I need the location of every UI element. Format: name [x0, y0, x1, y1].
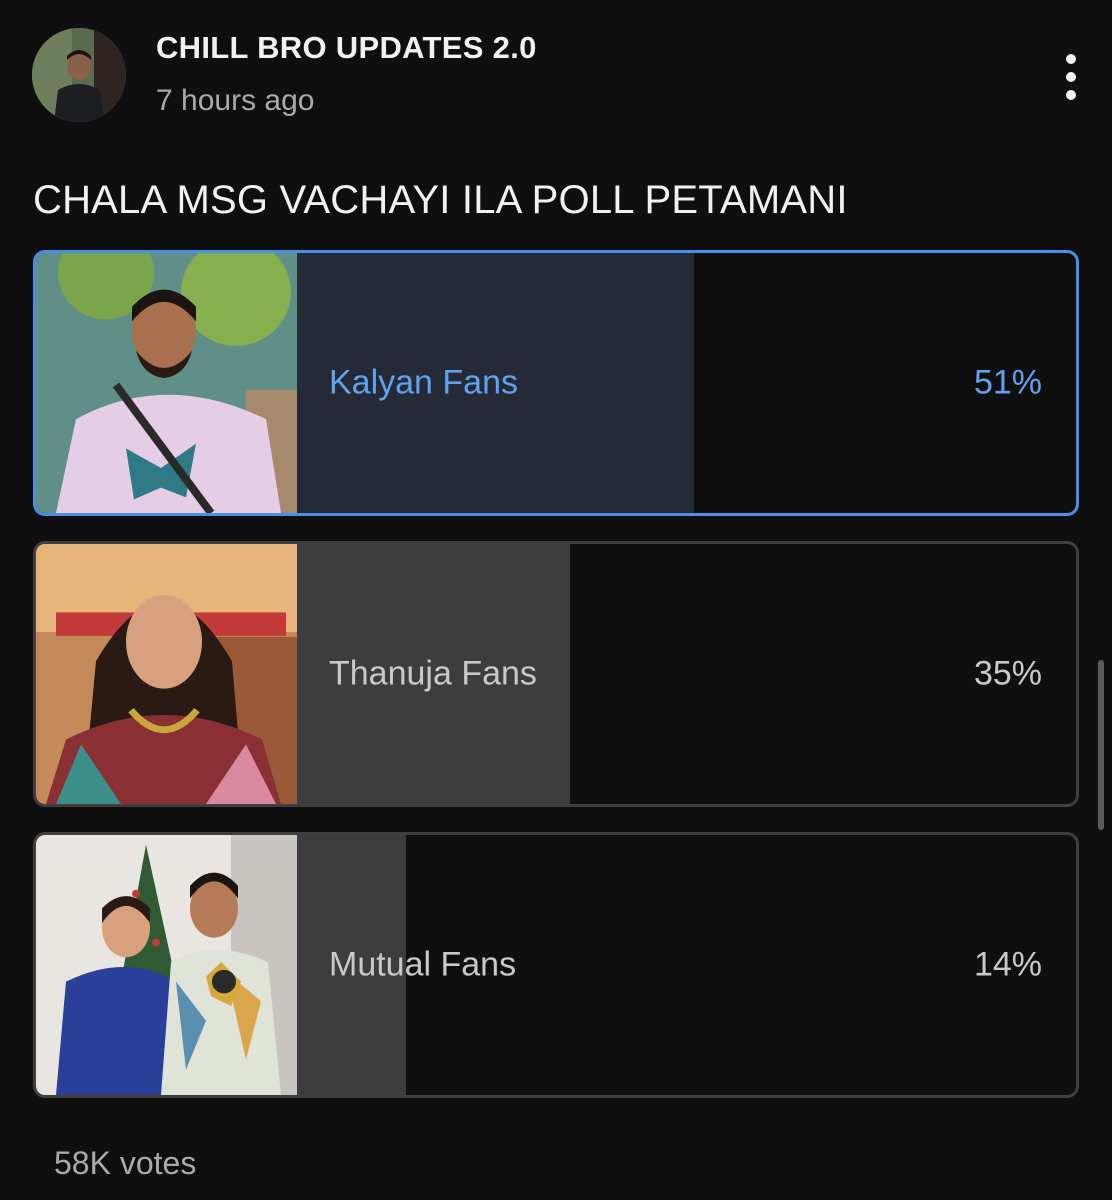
poll-option-kalyan[interactable]: Kalyan Fans 51%: [33, 250, 1079, 516]
poll-option-label: Mutual Fans: [329, 945, 517, 984]
poll-option-percent: 51%: [973, 363, 1042, 402]
more-vertical-icon-dot: [1066, 72, 1076, 82]
poll-option-label: Kalyan Fans: [329, 363, 518, 402]
post-timestamp: 7 hours ago: [156, 84, 315, 117]
poll-option-label: Thanuja Fans: [329, 654, 537, 693]
scrollbar[interactable]: [1098, 660, 1104, 830]
poll-option-thanuja[interactable]: Thanuja Fans 35%: [33, 541, 1079, 807]
vote-count: 58K votes: [54, 1145, 197, 1181]
poll-option-image: [36, 253, 297, 513]
more-vertical-icon: [1066, 54, 1076, 64]
channel-name[interactable]: CHILL BRO UPDATES 2.0: [156, 30, 537, 66]
poll-option-mutual[interactable]: Mutual Fans 14%: [33, 832, 1079, 1098]
channel-avatar[interactable]: [32, 28, 126, 122]
poll-question: CHALA MSG VACHAYI ILA POLL PETAMANI: [33, 178, 848, 222]
poll-option-image: [36, 835, 297, 1095]
poll-option-percent: 35%: [973, 654, 1042, 693]
community-post: CHILL BRO UPDATES 2.0 7 hours ago CHALA …: [0, 0, 1112, 1200]
more-options-button[interactable]: [1052, 52, 1090, 102]
more-vertical-icon-dot: [1066, 90, 1076, 100]
poll-option-percent: 14%: [973, 945, 1042, 984]
avatar-image: [32, 28, 126, 122]
poll-option-image: [36, 544, 297, 804]
